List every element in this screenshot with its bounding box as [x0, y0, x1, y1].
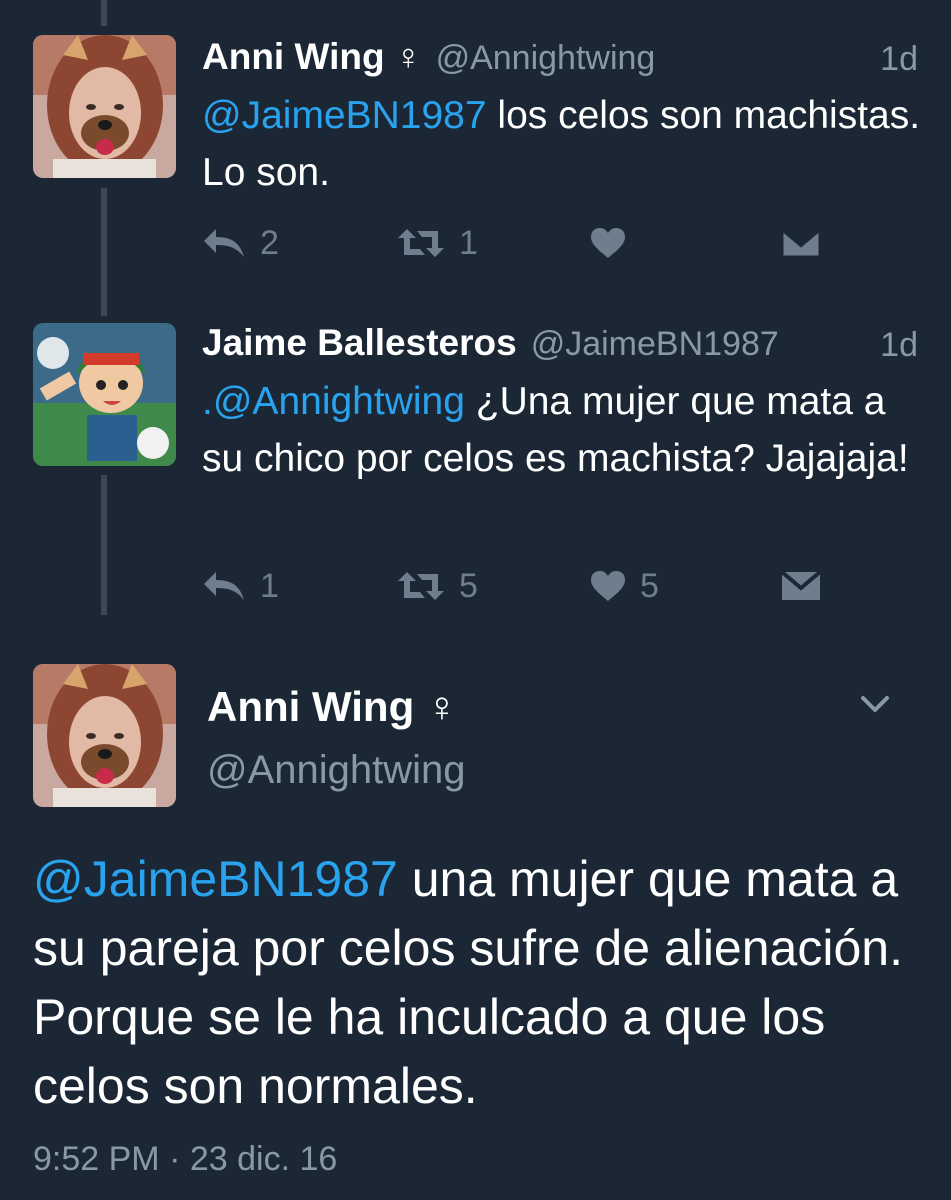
retweet-count: 1: [459, 223, 478, 262]
reply-button[interactable]: 2: [202, 218, 279, 268]
reply-count: 2: [260, 223, 279, 262]
reply-count: 1: [260, 566, 279, 605]
avatar-image: [33, 664, 176, 807]
tweet-text: @JaimeBN1987 una mujer que mata a su par…: [33, 845, 933, 1121]
heart-icon: [591, 228, 625, 258]
female-symbol-icon: ♀: [394, 36, 422, 77]
avatar[interactable]: [33, 35, 176, 178]
mention-link[interactable]: @JaimeBN1987: [202, 94, 487, 137]
tweet-thread: Anni Wing ♀ @Annightwing 1d @JaimeBN1987…: [0, 0, 951, 1200]
user-handle[interactable]: @Annightwing: [207, 748, 466, 793]
avatar[interactable]: [33, 664, 176, 807]
direct-message-button[interactable]: [780, 561, 822, 611]
envelope-icon: [780, 227, 822, 259]
user-handle[interactable]: @JaimeBN1987: [531, 325, 779, 364]
thread-line: [101, 0, 107, 26]
display-name[interactable]: Jaime Ballesteros: [202, 322, 517, 364]
tweet-header: Jaime Ballesteros @JaimeBN1987: [202, 322, 779, 372]
display-name[interactable]: Anni Wing: [202, 36, 385, 78]
retweet-icon: [398, 229, 444, 257]
heart-icon: [591, 571, 625, 601]
envelope-icon: [780, 570, 822, 600]
tweet-text: .@Annightwing ¿Una mujer que mata a su c…: [202, 373, 922, 487]
tweet-time[interactable]: 1d: [880, 326, 918, 365]
direct-message-button[interactable]: [780, 218, 822, 268]
thread-line: [101, 475, 107, 615]
mention-link[interactable]: .@Annightwing: [202, 380, 465, 423]
like-button[interactable]: 5: [590, 561, 659, 611]
avatar[interactable]: [33, 323, 176, 466]
like-button[interactable]: [590, 218, 640, 268]
avatar-image: [33, 35, 176, 178]
avatar-image: [33, 323, 176, 466]
reply-button[interactable]: 1: [202, 561, 279, 611]
female-symbol-icon: ♀: [426, 683, 458, 730]
reply-icon: [204, 229, 244, 257]
retweet-icon: [398, 572, 444, 600]
display-name-text: Anni Wing: [207, 683, 415, 730]
tweet-actions: 2 1: [202, 218, 842, 268]
retweet-button[interactable]: 1: [397, 218, 478, 268]
tweet-time[interactable]: 1d: [880, 40, 918, 79]
display-name[interactable]: Anni Wing ♀: [207, 683, 458, 731]
user-handle[interactable]: @Annightwing: [436, 39, 656, 78]
mention-link[interactable]: @JaimeBN1987: [33, 851, 398, 907]
reply-icon: [204, 572, 244, 600]
thread-line: [101, 188, 107, 316]
like-count: 5: [640, 566, 659, 605]
tweet-timestamp: 9:52 PM · 23 dic. 16: [33, 1140, 338, 1178]
chevron-down-icon[interactable]: [855, 688, 895, 720]
tweet-header: Anni Wing ♀ @Annightwing: [202, 36, 655, 86]
retweet-button[interactable]: 5: [397, 561, 478, 611]
tweet-text: @JaimeBN1987 los celos son machistas. Lo…: [202, 87, 922, 201]
tweet-actions: 1 5 5: [202, 561, 842, 611]
retweet-count: 5: [459, 566, 478, 605]
